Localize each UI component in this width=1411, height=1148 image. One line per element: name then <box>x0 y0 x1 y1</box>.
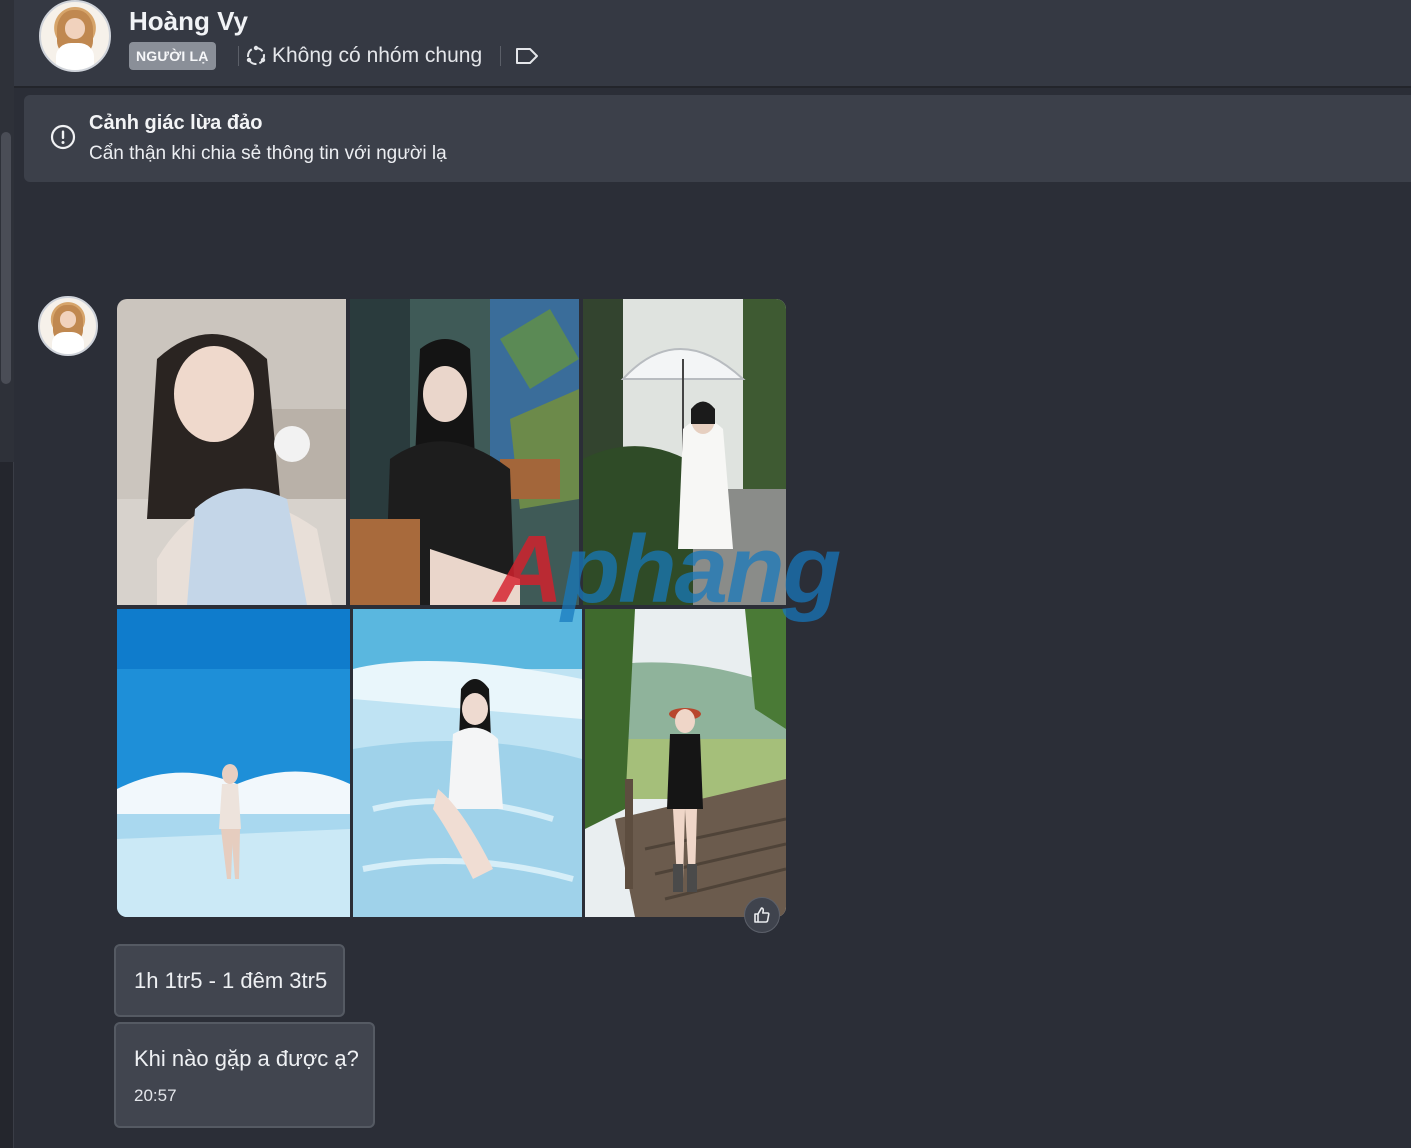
common-groups-label: Không có nhóm chung <box>272 44 483 67</box>
thumbs-up-icon <box>754 907 770 923</box>
reaction-button[interactable] <box>744 897 780 933</box>
scrollbar-thumb[interactable] <box>1 132 11 384</box>
contact-avatar[interactable] <box>39 0 111 72</box>
common-groups[interactable]: Không có nhóm chung <box>245 42 482 70</box>
gallery-photo[interactable] <box>117 609 350 917</box>
chat-header: Hoàng Vy NGƯỜI LẠ Không có nhóm chung <box>14 0 1411 88</box>
warning-title: Cảnh giác lừa đảo <box>89 112 263 134</box>
header-divider <box>238 46 239 66</box>
scam-warning-banner: Cảnh giác lừa đảo Cẩn thận khi chia sẻ t… <box>24 95 1411 182</box>
message-text: 1h 1tr5 - 1 đêm 3tr5 <box>134 968 328 993</box>
tag-label-icon[interactable] <box>514 46 540 66</box>
group-circle-icon <box>246 45 266 65</box>
gallery-photo[interactable] <box>117 299 346 605</box>
message-timestamp: 20:57 <box>134 1086 177 1105</box>
message-text: Khi nào gặp a được ạ? <box>134 1046 359 1071</box>
alert-circle-icon <box>50 124 76 150</box>
message-bubble[interactable]: Khi nào gặp a được ạ? 20:57 <box>114 1022 375 1128</box>
gallery-photo[interactable] <box>585 609 786 917</box>
sender-avatar[interactable] <box>38 296 98 356</box>
message-bubble[interactable]: 1h 1tr5 - 1 đêm 3tr5 <box>114 944 345 1017</box>
left-panel-strip <box>0 0 14 1148</box>
gallery-photo[interactable] <box>350 299 579 605</box>
stranger-badge: NGƯỜI LẠ <box>129 42 216 70</box>
contact-name[interactable]: Hoàng Vy <box>129 6 248 37</box>
gallery-photo[interactable] <box>583 299 786 605</box>
gallery-photo[interactable] <box>353 609 582 917</box>
photo-gallery <box>117 299 786 917</box>
warning-text: Cẩn thận khi chia sẻ thông tin với người… <box>89 143 447 164</box>
header-divider <box>500 46 501 66</box>
